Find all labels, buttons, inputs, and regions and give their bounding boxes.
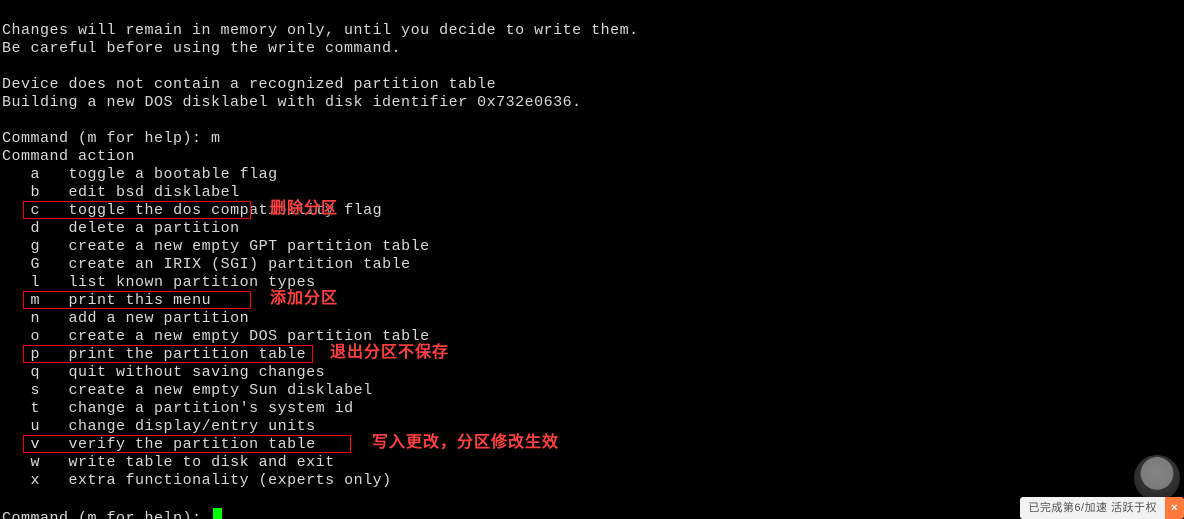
prompt-line: Command (m for help): m: [2, 130, 221, 147]
highlight-box-n: [23, 291, 251, 309]
action-row: o create a new empty DOS partition table: [2, 328, 430, 345]
highlight-box-w: [23, 435, 351, 453]
action-row: u change display/entry units: [2, 418, 316, 435]
intro-line: Be careful before using the write comman…: [2, 40, 401, 57]
avatar: [1134, 455, 1180, 501]
highlight-box-q: [23, 345, 313, 363]
close-icon[interactable]: ×: [1165, 497, 1184, 519]
action-header: Command action: [2, 148, 135, 165]
action-row: l list known partition types: [2, 274, 316, 291]
accelerator-tip: 已完成第6/加速 活跃于权 ×: [1020, 497, 1184, 519]
highlight-box-d: [23, 201, 251, 219]
action-row: q quit without saving changes: [2, 364, 325, 381]
annotation-w: 写入更改，分区修改生效: [372, 434, 559, 452]
action-row: t change a partition's system id: [2, 400, 354, 417]
intro-line: Building a new DOS disklabel with disk i…: [2, 94, 582, 111]
cursor-icon: [213, 508, 222, 519]
annotation-n: 添加分区: [270, 290, 338, 308]
intro-line: Changes will remain in memory only, unti…: [2, 22, 639, 39]
action-row: x extra functionality (experts only): [2, 472, 392, 489]
action-row: d delete a partition: [2, 220, 240, 237]
prompt-line[interactable]: Command (m for help):: [2, 510, 222, 519]
action-row: b edit bsd disklabel: [2, 184, 240, 201]
action-row: n add a new partition: [2, 310, 249, 327]
action-row: a toggle a bootable flag: [2, 166, 278, 183]
tip-text: 已完成第6/加速 活跃于权: [1020, 497, 1165, 519]
annotation-d: 删除分区: [270, 200, 338, 218]
action-row: g create a new empty GPT partition table: [2, 238, 430, 255]
intro-line: Device does not contain a recognized par…: [2, 76, 496, 93]
action-row: G create an IRIX (SGI) partition table: [2, 256, 411, 273]
annotation-q: 退出分区不保存: [330, 344, 449, 362]
action-row: s create a new empty Sun disklabel: [2, 382, 373, 399]
action-row: w write table to disk and exit: [2, 454, 335, 471]
